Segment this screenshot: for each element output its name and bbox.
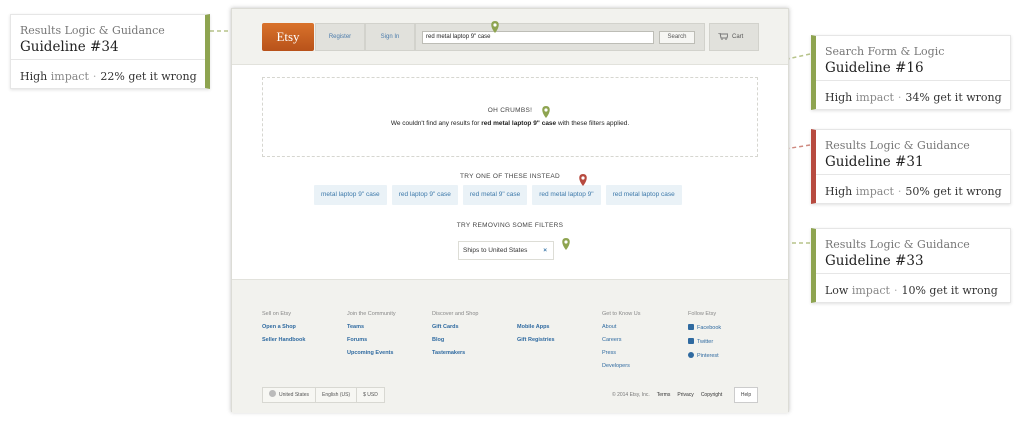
card-stat: 34% get it wrong [905,91,1002,104]
card-impact-label: impact [855,185,894,198]
card-meta: High impact · 34% get it wrong [825,91,1002,104]
card-divider [816,174,1010,175]
card-guideline: Guideline #34 [20,39,119,55]
pin-icon [579,174,587,186]
card-impact: High [825,91,853,104]
pin-icon [491,21,499,33]
card-stat: 10% get it wrong [901,284,998,297]
pin-icon [562,238,570,250]
card-divider [816,273,1010,274]
card-divider [11,59,205,60]
card-impact: High [825,185,853,198]
card-stat: 50% get it wrong [905,185,1002,198]
guideline-card-33[interactable]: Results Logic & Guidance Guideline #33 L… [811,228,1011,303]
card-category: Search Form & Logic [825,45,945,58]
card-meta: Low impact · 10% get it wrong [825,284,998,297]
pin-icon [542,106,550,118]
guideline-card-34[interactable]: Results Logic & Guidance Guideline #34 H… [10,14,210,89]
card-guideline: Guideline #16 [825,60,924,76]
card-impact-label: impact [50,70,89,83]
guideline-card-31[interactable]: Results Logic & Guidance Guideline #31 H… [811,129,1011,204]
card-meta: High impact · 22% get it wrong [20,70,197,83]
card-meta: High impact · 50% get it wrong [825,185,1002,198]
card-impact-label: impact [855,91,894,104]
card-impact-label: impact [851,284,890,297]
card-divider [816,80,1010,81]
card-guideline: Guideline #33 [825,253,924,269]
card-impact: High [20,70,48,83]
guideline-card-16[interactable]: Search Form & Logic Guideline #16 High i… [811,35,1011,110]
card-guideline: Guideline #31 [825,154,924,170]
card-category: Results Logic & Guidance [825,139,970,152]
card-stat: 22% get it wrong [100,70,197,83]
card-category: Results Logic & Guidance [825,238,970,251]
card-category: Results Logic & Guidance [20,24,165,37]
card-impact: Low [825,284,849,297]
